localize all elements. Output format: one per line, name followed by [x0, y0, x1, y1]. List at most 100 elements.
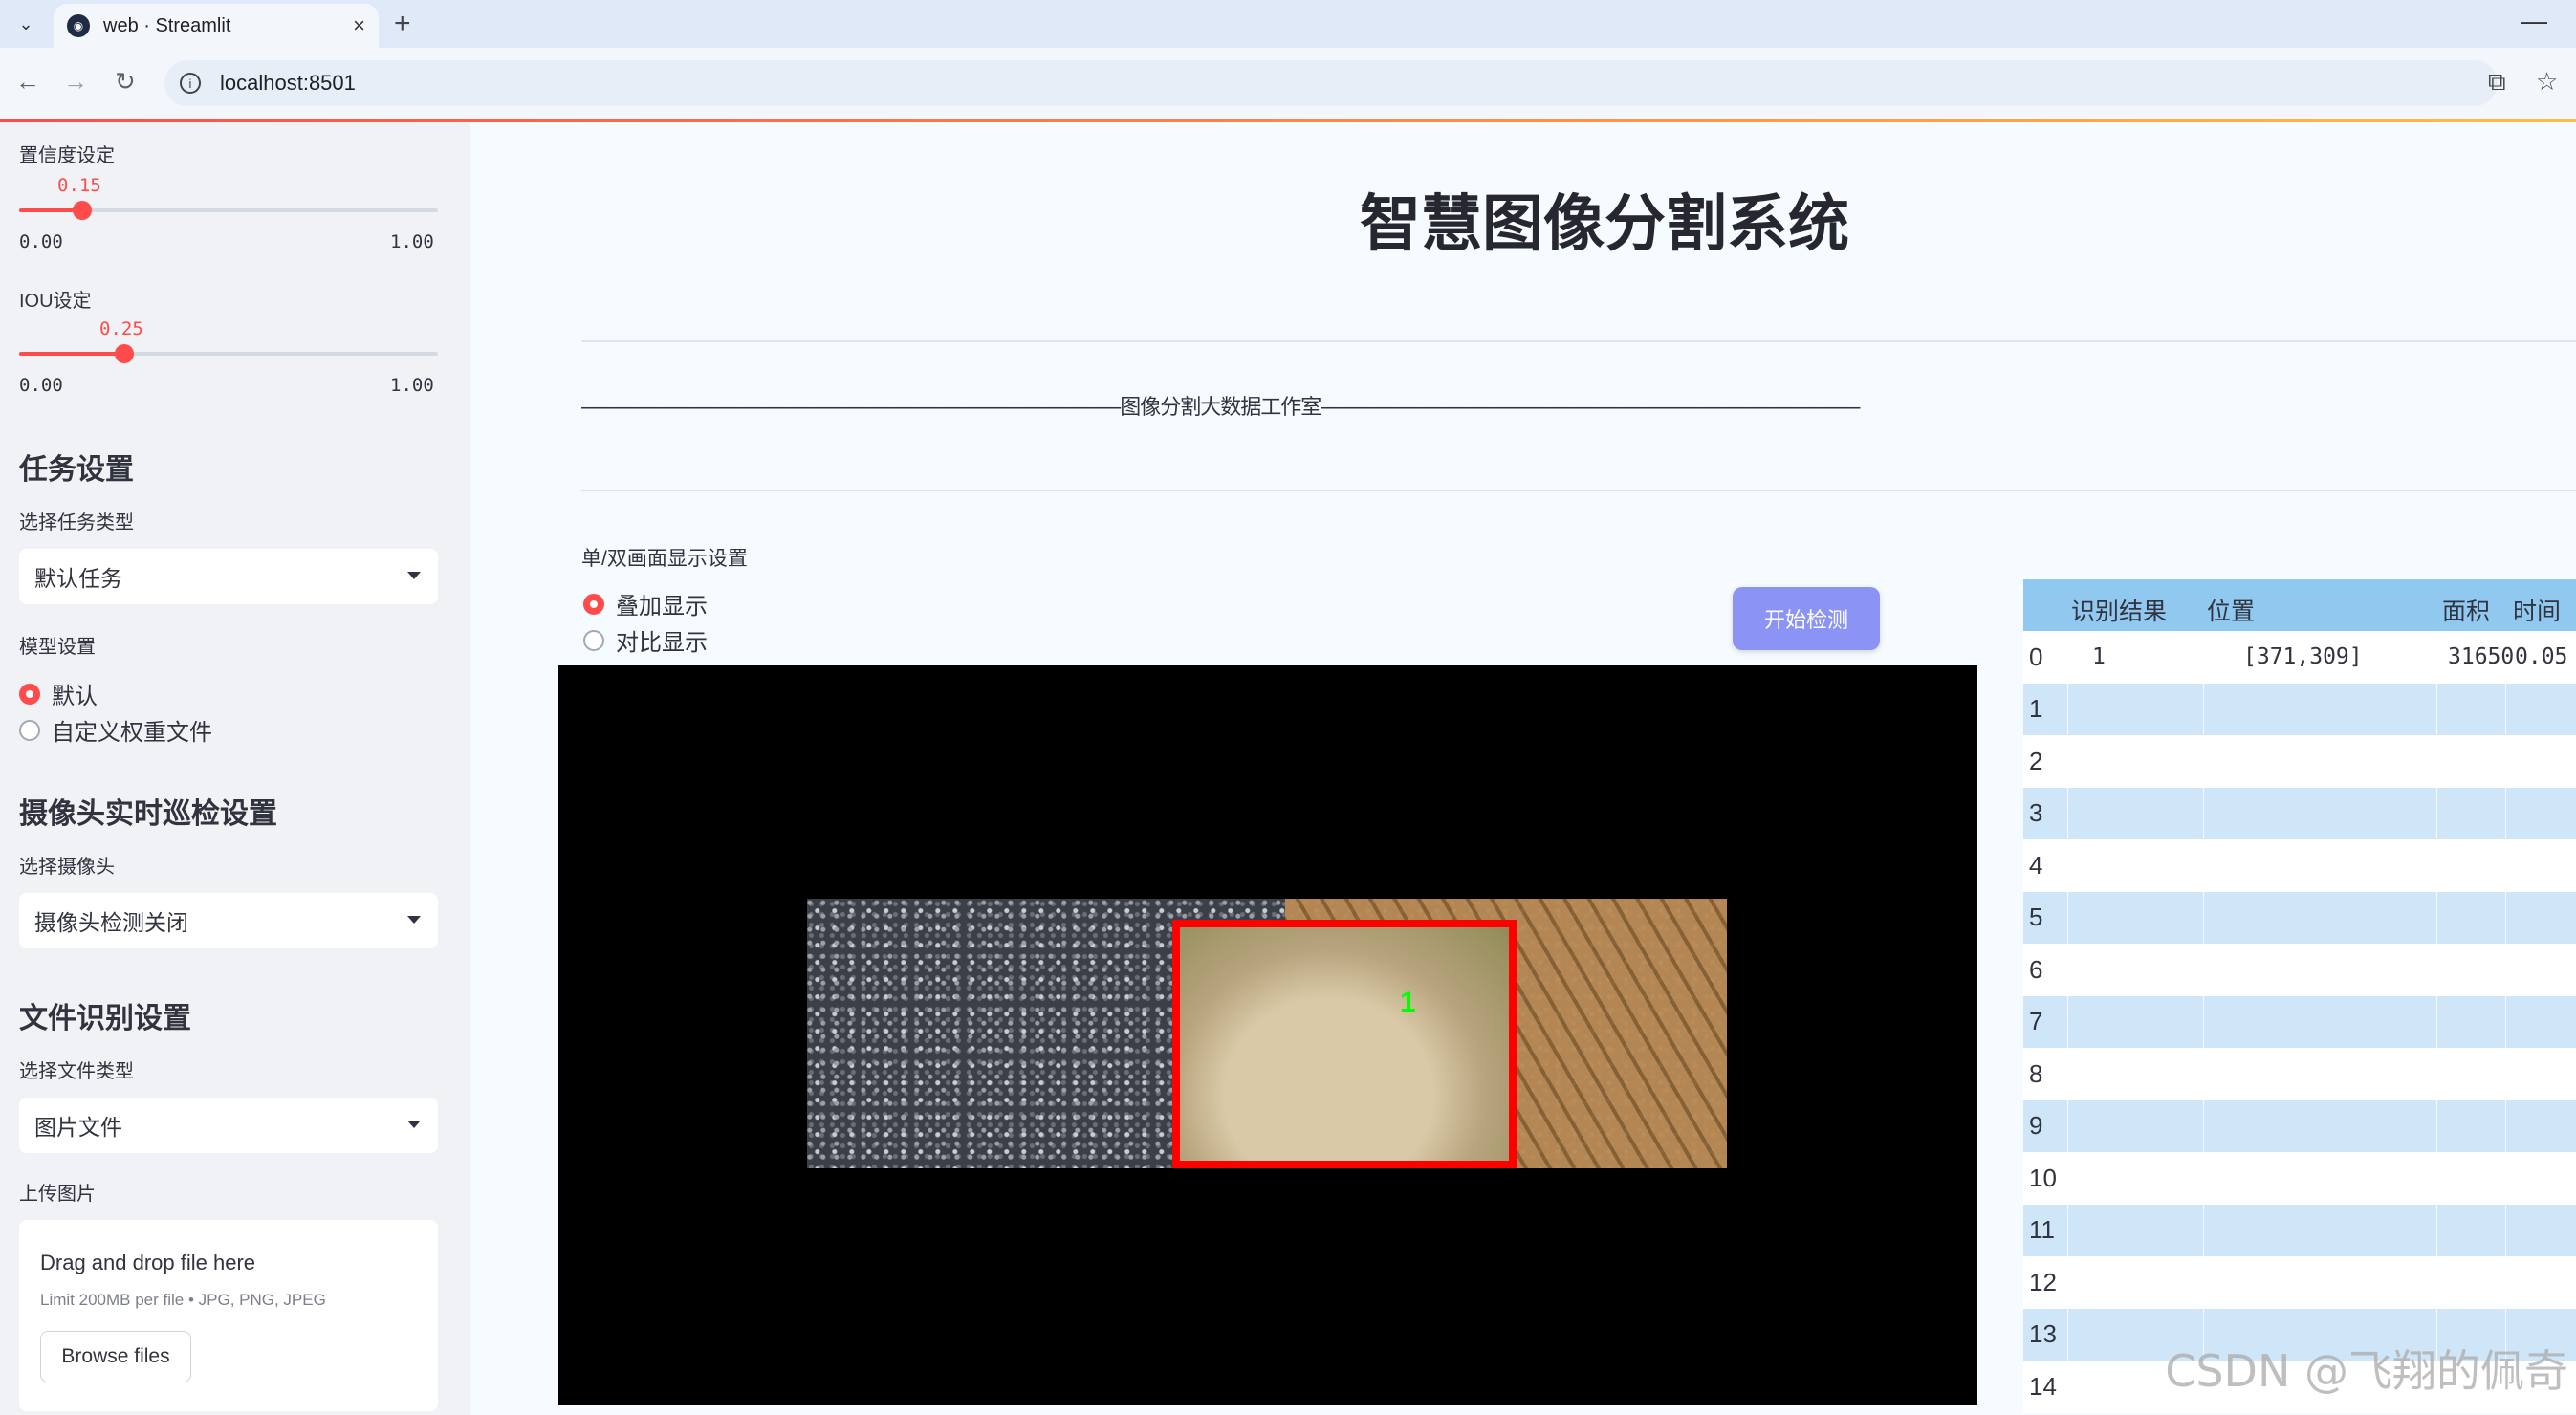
table-row[interactable]: 9 [2023, 1099, 2576, 1152]
row-index: 9 [2029, 1111, 2043, 1141]
column-divider [2436, 735, 2437, 788]
table-row[interactable]: 1 [2023, 683, 2576, 735]
display-option-compare-label: 对比显示 [616, 630, 708, 656]
file-type-label: 选择文件类型 [19, 1061, 134, 1082]
table-row[interactable]: 7 [2023, 995, 2576, 1048]
column-divider [2203, 944, 2204, 996]
column-divider [2067, 631, 2068, 684]
upload-dropzone-title: Drag and drop file here [40, 1251, 256, 1274]
column-divider [2067, 1204, 2068, 1256]
divider-bottom [581, 490, 2576, 491]
column-divider [2203, 787, 2204, 839]
detection-box-label: 1 [1400, 987, 1416, 1018]
table-row[interactable]: 11 [2023, 1204, 2576, 1256]
divider-top [581, 340, 2576, 342]
display-option-overlay[interactable]: 叠加显示 [583, 587, 708, 620]
reload-icon[interactable]: ↻ [115, 67, 136, 97]
confidence-slider[interactable] [19, 201, 438, 220]
radio-selected-icon[interactable] [583, 593, 604, 615]
task-type-select[interactable]: 默认任务 [19, 549, 438, 604]
column-divider [2505, 1152, 2506, 1205]
confidence-max: 1.00 [390, 231, 434, 252]
column-divider [2436, 1099, 2437, 1152]
confidence-slider-thumb[interactable] [72, 201, 92, 220]
model-option-default[interactable]: 默认 [19, 677, 98, 710]
table-row[interactable]: 0 1 [371,309] 31650 0.05 [2023, 631, 2576, 684]
column-divider [2505, 683, 2506, 735]
detection-image: 1 [807, 899, 1727, 1168]
column-divider [2067, 1256, 2068, 1309]
table-row[interactable]: 4 [2023, 839, 2576, 892]
tab-title: web · Streamlit [103, 14, 231, 36]
column-divider [2203, 735, 2204, 788]
chevron-down-icon [407, 1121, 421, 1128]
tab-close-icon[interactable]: × [353, 13, 365, 38]
file-type-select[interactable]: 图片文件 [19, 1098, 438, 1153]
table-row[interactable]: 12 [2023, 1256, 2576, 1309]
iou-slider-fill [19, 352, 124, 356]
column-divider [2067, 839, 2068, 892]
column-divider [2203, 995, 2204, 1048]
browser-tab[interactable]: ◉ web · Streamlit × [54, 4, 379, 48]
site-info-icon[interactable]: i [180, 73, 201, 94]
tab-search-icon[interactable]: ⌄ [10, 8, 42, 40]
iou-slider[interactable] [19, 344, 438, 363]
window-minimize-icon[interactable]: — [2521, 6, 2547, 36]
radio-unselected-icon[interactable] [583, 629, 604, 651]
column-divider [2203, 1256, 2204, 1309]
column-divider [2505, 891, 2506, 944]
radio-unselected-icon[interactable] [19, 719, 40, 741]
radio-selected-icon[interactable] [19, 683, 40, 705]
cell-area: 31650 [2448, 644, 2515, 669]
address-bar[interactable]: i localhost:8501 [164, 60, 2498, 106]
model-option-custom-label: 自定义权重文件 [52, 720, 212, 746]
header-position: 位置 [2207, 599, 2256, 625]
column-divider [2436, 944, 2437, 996]
file-uploader-dropzone[interactable]: Drag and drop file here Limit 200MB per … [19, 1220, 438, 1411]
row-index: 13 [2029, 1319, 2057, 1349]
display-option-overlay-label: 叠加显示 [616, 594, 708, 620]
column-divider [2067, 787, 2068, 839]
task-type-label: 选择任务类型 [19, 512, 134, 533]
display-option-compare[interactable]: 对比显示 [583, 623, 708, 657]
task-settings-header: 任务设置 [19, 454, 134, 486]
table-row[interactable]: 6 [2023, 944, 2576, 996]
table-row[interactable]: 3 [2023, 787, 2576, 839]
row-index: 8 [2029, 1058, 2043, 1088]
column-divider [2505, 1099, 2506, 1152]
camera-select[interactable]: 摄像头检测关闭 [19, 893, 438, 948]
translate-icon[interactable]: ⧉ [2488, 67, 2506, 98]
column-divider [2505, 944, 2506, 996]
confidence-label: 置信度设定 [19, 145, 115, 166]
bookmark-star-icon[interactable]: ☆ [2536, 67, 2558, 97]
row-index: 11 [2029, 1215, 2055, 1245]
url-text: localhost:8501 [220, 71, 356, 95]
row-index: 5 [2029, 903, 2043, 932]
sidebar: 置信度设定 0.15 0.00 1.00 IOU设定 0.25 0.00 1.0… [0, 122, 470, 1415]
upload-limit-text: Limit 200MB per file • JPG, PNG, JPEG [40, 1291, 326, 1309]
column-divider [2436, 1048, 2437, 1100]
browser-toolbar: ← → ↻ i localhost:8501 ⧉ ☆ [0, 48, 2576, 119]
column-divider [2067, 995, 2068, 1048]
model-option-custom[interactable]: 自定义权重文件 [19, 713, 212, 747]
row-index: 1 [2029, 694, 2043, 724]
browse-files-button[interactable]: Browse files [40, 1331, 191, 1382]
table-row[interactable]: 2 [2023, 735, 2576, 788]
file-settings-header: 文件识别设置 [19, 1003, 191, 1034]
upload-label: 上传图片 [19, 1184, 96, 1205]
model-option-default-label: 默认 [52, 684, 98, 709]
back-arrow-icon[interactable]: ← [15, 67, 40, 97]
column-divider [2436, 683, 2437, 735]
table-row[interactable]: 10 [2023, 1152, 2576, 1205]
table-row[interactable]: 8 [2023, 1048, 2576, 1100]
page-title: 智慧图像分割系统 [1360, 189, 1849, 258]
forward-arrow-icon[interactable]: → [63, 67, 88, 97]
column-divider [2505, 1048, 2506, 1100]
new-tab-icon[interactable]: + [394, 8, 411, 40]
row-index: 12 [2029, 1267, 2057, 1296]
iou-slider-thumb[interactable] [114, 344, 134, 363]
column-divider [2067, 735, 2068, 788]
cell-time: 0.05 [2515, 644, 2568, 669]
table-row[interactable]: 5 [2023, 891, 2576, 944]
start-detection-button[interactable]: 开始检测 [1733, 587, 1880, 650]
